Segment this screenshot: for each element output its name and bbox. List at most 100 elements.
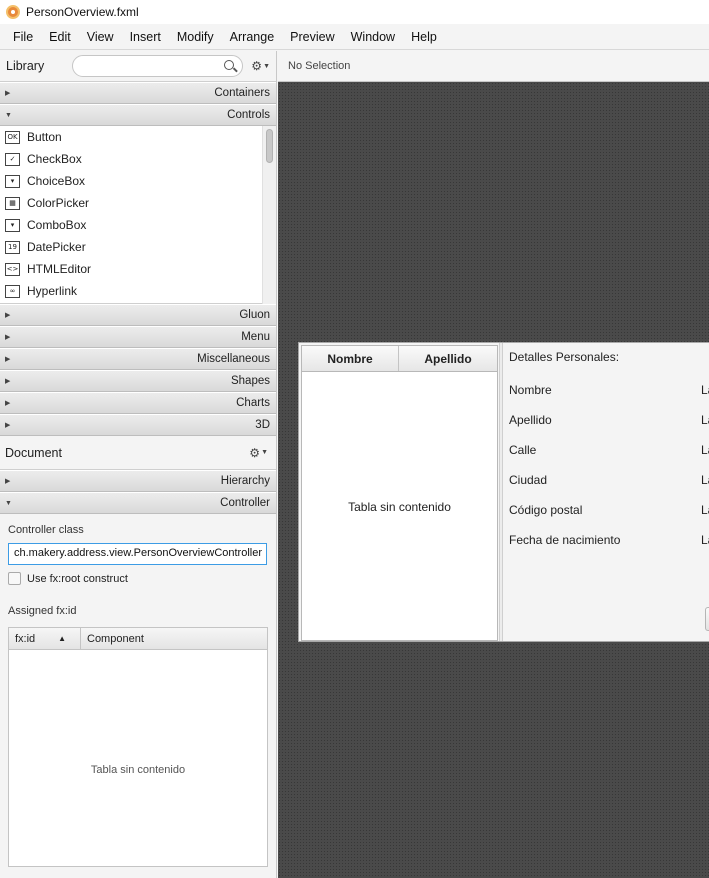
menu-insert[interactable]: Insert xyxy=(122,24,169,50)
assigned-fxid-label: Assigned fx:id xyxy=(8,605,77,617)
detail-label: Calle xyxy=(509,443,537,457)
section-menu[interactable]: ▶ Menu xyxy=(0,326,276,348)
controller-class-label: Controller class xyxy=(8,524,84,536)
controller-class-input[interactable]: ch.makery.address.view.PersonOverviewCon… xyxy=(8,543,267,565)
section-label: Controls xyxy=(227,109,270,121)
menu-help[interactable]: Help xyxy=(403,24,445,50)
chevron-down-icon: ▼ xyxy=(261,449,268,456)
selection-text: No Selection xyxy=(288,60,351,72)
window-title: PersonOverview.fxml xyxy=(26,5,139,19)
library-item-htmleditor[interactable]: <> HTMLEditor xyxy=(0,258,276,280)
scene-builder-app-icon xyxy=(6,5,20,19)
library-settings-button[interactable]: ⚙ ▼ xyxy=(251,59,270,73)
column-label: Apellido xyxy=(424,351,472,366)
details-button[interactable] xyxy=(705,607,709,631)
document-title: Document xyxy=(5,445,62,460)
section-3d[interactable]: ▶ 3D xyxy=(0,414,276,436)
fx-root-option[interactable]: Use fx:root construct xyxy=(8,572,268,585)
detail-value: La xyxy=(701,383,709,397)
section-controller[interactable]: ▼ Controller xyxy=(0,492,276,514)
choicebox-icon: ▾ xyxy=(5,174,20,188)
library-search-input[interactable] xyxy=(72,55,244,77)
detail-value: La xyxy=(701,473,709,487)
menu-view[interactable]: View xyxy=(79,24,122,50)
library-item-combobox[interactable]: ▾ ComboBox xyxy=(0,214,276,236)
menu-window[interactable]: Window xyxy=(343,24,403,50)
split-pane-divider[interactable] xyxy=(499,343,503,641)
empty-table-text: Tabla sin contenido xyxy=(90,764,186,776)
menu-bar: File Edit View Insert Modify Arrange Pre… xyxy=(0,24,709,50)
library-item-label: Hyperlink xyxy=(27,284,78,298)
column-apellido[interactable]: Apellido xyxy=(399,346,497,371)
library-item-choicebox[interactable]: ▾ ChoiceBox xyxy=(0,170,276,192)
menu-arrange[interactable]: Arrange xyxy=(222,24,282,50)
gear-icon: ⚙ xyxy=(249,445,261,460)
library-item-label: ColorPicker xyxy=(27,196,90,210)
library-item-datepicker[interactable]: 19 DatePicker xyxy=(0,236,276,258)
column-label: Component xyxy=(87,632,144,645)
section-label: Menu xyxy=(241,331,270,343)
library-item-label: DatePicker xyxy=(27,240,86,254)
expanded-arrow-icon: ▼ xyxy=(5,111,12,119)
left-panel: Library ⚙ ▼ ▶ Containers ▼ Controls OK Bu… xyxy=(0,51,277,878)
collapsed-arrow-icon: ▶ xyxy=(5,90,11,97)
menu-preview[interactable]: Preview xyxy=(282,24,342,50)
library-item-button[interactable]: OK Button xyxy=(0,126,276,148)
menu-file[interactable]: File xyxy=(5,24,41,50)
library-header: Library ⚙ ▼ xyxy=(0,51,276,82)
search-icon xyxy=(224,60,235,70)
section-gluon[interactable]: ▶ Gluon xyxy=(0,304,276,326)
controls-scrollbar[interactable] xyxy=(262,126,276,304)
section-controls[interactable]: ▼ Controls xyxy=(0,104,276,126)
section-label: Charts xyxy=(236,397,270,409)
button-icon: OK xyxy=(5,130,20,144)
library-item-label: CheckBox xyxy=(27,152,82,166)
detail-value: La xyxy=(701,533,709,547)
detail-label: Código postal xyxy=(509,503,583,517)
detail-label: Fecha de nacimiento xyxy=(509,533,621,547)
fx-root-checkbox[interactable] xyxy=(8,572,21,585)
section-label: Controller xyxy=(220,497,270,509)
library-item-hyperlink[interactable]: ∞ Hyperlink xyxy=(0,280,276,302)
library-item-label: ChoiceBox xyxy=(27,174,86,188)
gear-icon: ⚙ xyxy=(251,59,263,73)
controls-list: OK Button ✓ CheckBox ▾ ChoiceBox ▦ Color… xyxy=(0,126,276,304)
library-item-checkbox[interactable]: ✓ CheckBox xyxy=(0,148,276,170)
anchor-pane[interactable]: Nombre Apellido Tabla sin contenido Deta… xyxy=(298,342,709,642)
section-hierarchy[interactable]: ▶ Hierarchy xyxy=(0,470,276,492)
section-shapes[interactable]: ▶ Shapes xyxy=(0,370,276,392)
document-settings-button[interactable]: ⚙ ▼ xyxy=(249,446,268,460)
title-bar: PersonOverview.fxml xyxy=(0,0,709,24)
detail-value: La xyxy=(701,503,709,517)
selection-bar: No Selection xyxy=(278,51,709,82)
menu-modify[interactable]: Modify xyxy=(169,24,222,50)
sort-ascending-icon: ▲ xyxy=(58,634,66,643)
hyperlink-icon: ∞ xyxy=(5,284,20,298)
section-containers[interactable]: ▶ Containers xyxy=(0,82,276,104)
checkbox-icon: ✓ xyxy=(5,152,20,166)
section-label: 3D xyxy=(255,419,270,431)
fx-root-label: Use fx:root construct xyxy=(27,572,128,585)
design-canvas[interactable]: Nombre Apellido Tabla sin contenido Deta… xyxy=(278,82,709,878)
library-item-colorpicker[interactable]: ▦ ColorPicker xyxy=(0,192,276,214)
menu-edit[interactable]: Edit xyxy=(41,24,79,50)
column-label: fx:id xyxy=(15,632,36,645)
section-charts[interactable]: ▶ Charts xyxy=(0,392,276,414)
combobox-icon: ▾ xyxy=(5,218,20,232)
column-nombre[interactable]: Nombre xyxy=(302,346,399,371)
library-title: Library xyxy=(6,59,45,73)
section-miscellaneous[interactable]: ▶ Miscellaneous xyxy=(0,348,276,370)
collapsed-arrow-icon: ▶ xyxy=(5,312,11,319)
section-label: Containers xyxy=(214,87,270,99)
library-item-label: Button xyxy=(27,130,62,144)
column-fxid[interactable]: fx:id ▲ xyxy=(9,628,81,649)
scrollbar-thumb[interactable] xyxy=(266,129,273,163)
person-table[interactable]: Nombre Apellido Tabla sin contenido xyxy=(301,345,498,641)
column-component[interactable]: Component xyxy=(81,628,267,649)
expanded-arrow-icon: ▼ xyxy=(5,499,12,507)
datepicker-icon: 19 xyxy=(5,240,20,254)
fxid-table-header: fx:id ▲ Component xyxy=(9,628,267,650)
empty-table-text: Tabla sin contenido xyxy=(348,500,451,514)
detail-label: Apellido xyxy=(509,413,552,427)
collapsed-arrow-icon: ▶ xyxy=(5,478,11,485)
